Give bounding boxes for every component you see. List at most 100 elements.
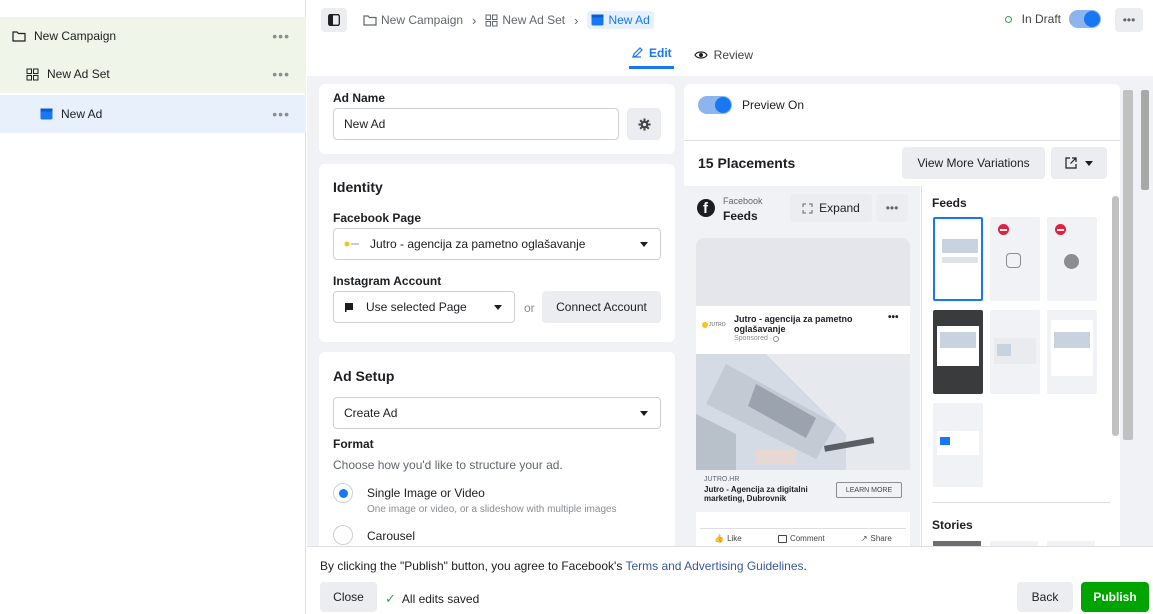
tree-item-ad[interactable]: New Ad ••• [0,95,306,133]
ad-more-icon[interactable]: ••• [272,106,290,122]
ad-icon [40,108,53,120]
preview-toggle-row: Preview On [698,96,804,114]
crumb-campaign-label: New Campaign [381,13,464,27]
status-dot-icon [1004,15,1012,23]
page-scrollbar[interactable] [1141,90,1149,190]
chevron-down-icon [640,242,648,247]
instagram-select[interactable]: Use selected Page [333,291,515,323]
publish-button[interactable]: Publish [1081,582,1149,612]
divider [684,140,1120,141]
tree-ad-label: New Ad [61,107,103,121]
placement-label: Feeds [723,209,758,223]
ad-name-value: New Ad [344,117,386,131]
like-action[interactable]: 👍 Like [714,534,742,543]
folder-icon [363,14,377,26]
close-button[interactable]: Close [320,582,377,612]
preview-more-button[interactable]: ••• [876,194,908,222]
save-status: ✓ All edits saved [385,591,479,607]
placement-thumb-fb-feed[interactable] [933,217,983,301]
chevron-down-icon [640,411,648,416]
campaign-more-icon[interactable]: ••• [272,28,290,44]
phone-mockup: JUTRO Jutro - agencija za pametno oglaša… [696,238,910,546]
view-more-variations-button[interactable]: View More Variations [902,147,1045,179]
breadcrumb: New Campaign › New Ad Set › New Ad [321,8,654,32]
post-more-icon[interactable]: ••• [888,312,899,323]
open-external-button[interactable] [1051,147,1107,179]
placement-thumb-marketplace[interactable] [933,310,983,394]
radio-selected-dot [339,489,348,498]
chevron-down-icon [494,305,502,310]
header: New Campaign › New Ad Set › New Ad In Dr… [307,0,1153,76]
campaign-tree: New Campaign ••• New Ad Set ••• New Ad •… [0,0,306,614]
feeds-heading: Feeds [932,196,967,210]
share-action[interactable]: ↗ Share [861,534,892,543]
crumb-adset[interactable]: New Ad Set [485,13,565,27]
draft-toggle[interactable] [1069,10,1101,28]
facebook-icon [1064,254,1079,269]
grid-icon [485,14,498,27]
post-cta-bar: JUTRO.HR Jutro - Agencija za digitalni m… [696,470,910,512]
crumb-ad[interactable]: New Ad [587,11,654,29]
terms-link[interactable]: Terms and Advertising Guidelines [625,559,803,573]
tab-review-label: Review [713,47,754,62]
ad-name-input[interactable]: New Ad [333,108,619,140]
preview-toggle-label: Preview On [742,98,805,112]
comment-label: Comment [789,534,825,543]
learn-more-button[interactable]: LEARN MORE [836,482,902,498]
placement-thumb-ig-feed[interactable] [990,217,1040,301]
ad-setup-title: Ad Setup [333,368,395,384]
header-more-button[interactable]: ••• [1115,8,1143,32]
tree-item-adset[interactable]: New Ad Set ••• [0,55,306,93]
tab-edit-label: Edit [649,46,672,60]
post-sponsored-label: Sponsored · [734,335,773,342]
post-logo: JUTRO [702,322,726,328]
editor-area: Ad Name New Ad Identity Facebook Page Ju… [307,76,1153,546]
ad-setup-card: Ad Setup Create Ad Format Choose how you… [319,352,675,546]
eye-icon [694,50,708,60]
option-single-image-label: Single Image or Video [367,486,485,500]
unavailable-icon [998,224,1009,235]
tab-review[interactable]: Review [692,40,755,69]
adset-more-icon[interactable]: ••• [272,66,290,82]
placements-scrollbar[interactable] [1112,196,1119,436]
format-help: Choose how you'd like to structure your … [333,458,563,472]
crumb-adset-label: New Ad Set [502,13,566,27]
create-ad-select[interactable]: Create Ad [333,397,661,429]
tree-item-campaign[interactable]: New Campaign ••• [0,17,306,55]
status-label: In Draft [1021,12,1061,26]
instagram-icon [1006,253,1021,268]
globe-icon [773,335,780,342]
placement-thumb-right-column[interactable] [1047,310,1097,394]
share-icon: ↗ [860,534,868,543]
radio-single-image[interactable] [333,483,353,503]
comment-action[interactable]: Comment [777,534,825,543]
format-label: Format [333,437,374,451]
placement-thumb-search[interactable] [933,403,983,487]
grid-icon [26,68,39,81]
share-label: Share [870,534,892,543]
terms-suffix: . [803,559,807,573]
feed-preview-area: f Facebook Feeds Expand ••• JUTRO Jutro … [684,186,920,546]
pencil-icon [631,47,643,59]
terms-text: By clicking the "Publish" button, you ag… [320,559,807,573]
panel-toggle-icon[interactable] [321,8,347,32]
placement-thumb-video-feeds[interactable] [990,310,1040,394]
connect-account-button[interactable]: Connect Account [542,291,661,323]
ad-post: JUTRO Jutro - agencija za pametno oglaša… [696,306,910,546]
radio-carousel[interactable] [333,525,353,545]
crumb-campaign[interactable]: New Campaign [363,13,463,27]
post-actions: 👍 Like Comment ↗ Share [696,534,910,543]
expand-label: Expand [819,201,860,215]
preview-toggle[interactable] [698,96,732,114]
external-link-icon [1065,157,1077,169]
settings-button[interactable] [627,108,661,140]
facebook-page-label: Facebook Page [333,211,422,225]
placement-thumb-messenger[interactable] [1047,217,1097,301]
option-single-image-sub: One image or video, or a slideshow with … [367,504,617,515]
tab-edit[interactable]: Edit [629,40,674,69]
page-logo-icon [344,239,360,249]
expand-button[interactable]: Expand [790,194,872,222]
facebook-page-select[interactable]: Jutro - agencija za pametno oglašavanje [333,228,661,260]
back-button[interactable]: Back [1017,582,1073,612]
preview-scrollbar[interactable] [1123,90,1133,440]
